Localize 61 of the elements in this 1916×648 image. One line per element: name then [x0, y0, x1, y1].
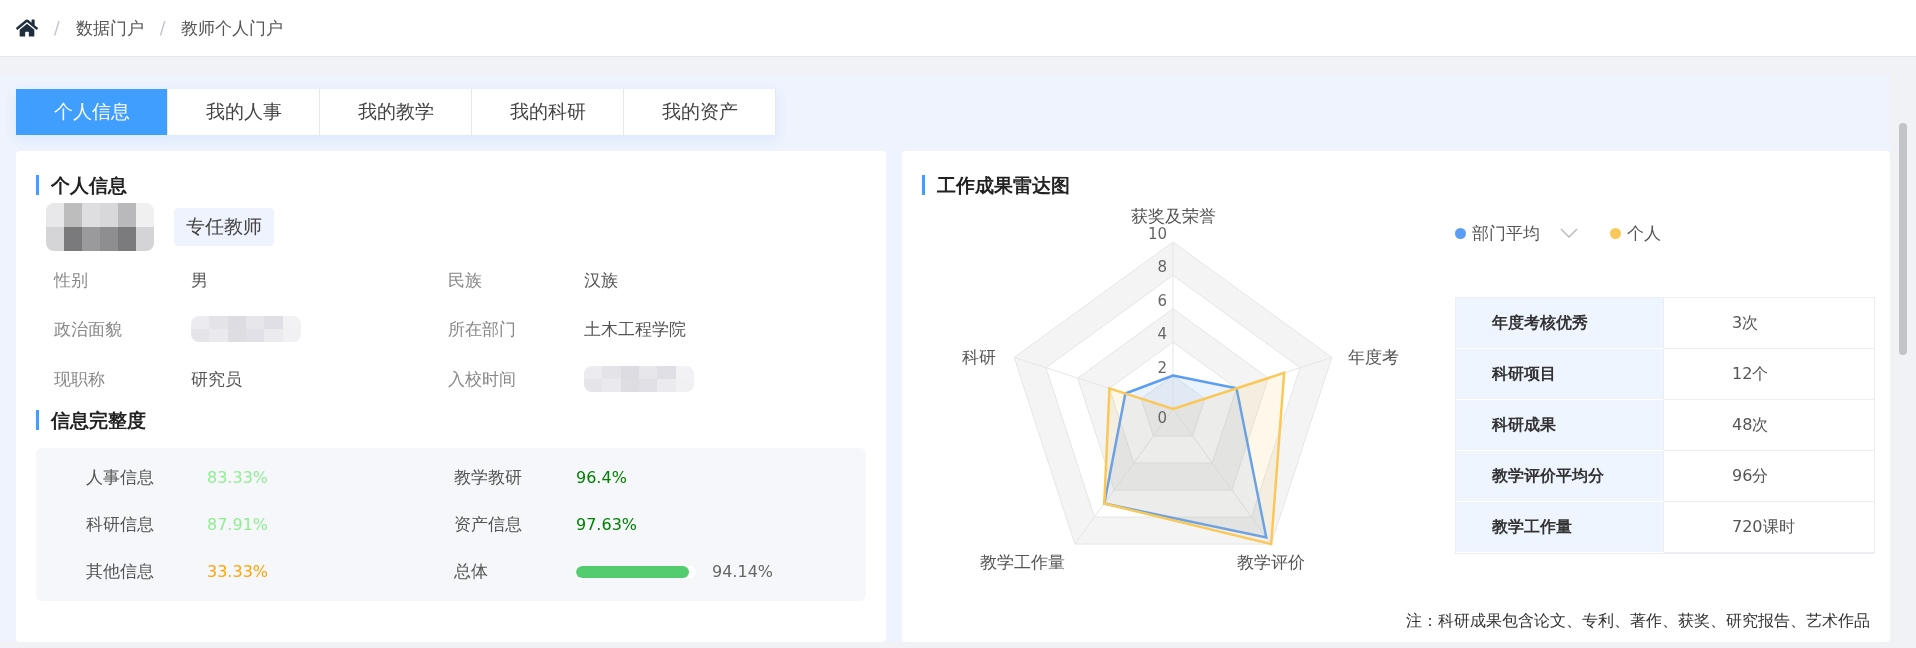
legend-label[interactable]: 个人: [1627, 221, 1661, 245]
table-cell: 3次: [1664, 298, 1874, 349]
tab[interactable]: 我的科研: [472, 89, 624, 135]
breadcrumb-separator: /: [54, 18, 60, 38]
tab[interactable]: 我的教学: [320, 89, 472, 135]
axis-label: 教学评价: [1237, 552, 1306, 573]
field-value: 汉族: [584, 269, 619, 292]
table-cell: 48次: [1664, 400, 1874, 451]
chevron-down-icon[interactable]: [1560, 228, 1578, 238]
axis-label: 教学工作量: [979, 552, 1065, 573]
metric-label: 教学教研: [454, 466, 523, 489]
axis-tick: 4: [1157, 325, 1167, 344]
table-cell: 教学工作量: [1456, 502, 1664, 553]
metric-value: 96.4%: [576, 468, 628, 487]
field-value: 土木工程学院: [584, 317, 687, 341]
metric-label: 人事信息: [86, 466, 155, 489]
role-tag: 专任教师: [174, 208, 274, 246]
axis-tick: 6: [1157, 291, 1167, 310]
metric-label: 其他信息: [86, 560, 155, 583]
field-value: 研究员: [191, 367, 243, 391]
metric-label: 科研信息: [86, 513, 155, 536]
field-label: 现职称: [54, 367, 106, 391]
metric-value: 33.33%: [207, 562, 269, 581]
table-cell: 12个: [1664, 349, 1874, 400]
tab[interactable]: 我的资产: [624, 89, 776, 135]
field-label: 所在部门: [448, 317, 517, 341]
field-label: 入校时间: [448, 367, 517, 391]
field-value: 男: [191, 269, 209, 292]
home-icon[interactable]: [16, 17, 38, 39]
metric-value: 87.91%: [207, 515, 269, 534]
table-cell: 教学评价平均分: [1456, 451, 1664, 502]
field-label: 民族: [448, 269, 483, 292]
field-label: 政治面貌: [54, 317, 123, 341]
metric-value: 97.63%: [576, 515, 638, 534]
section-title: 个人信息: [36, 175, 866, 195]
axis-tick: 0: [1157, 409, 1167, 427]
metric-label: 资产信息: [454, 513, 523, 536]
metric-value: 83.33%: [207, 468, 269, 487]
footnote: 注：科研成果包含论文、专利、著作、获奖、研究报告、艺术作品: [1405, 611, 1870, 632]
axis-label: 科研: [962, 347, 997, 368]
section-title: 信息完整度: [36, 410, 866, 430]
breadcrumb-link[interactable]: 数据门户: [75, 16, 144, 40]
field-label: 性别: [54, 269, 89, 292]
section-title: 工作成果雷达图: [922, 175, 1870, 195]
metric-label: 总体: [454, 560, 489, 583]
tab[interactable]: 我的人事: [168, 89, 320, 135]
axis-label: 年度考: [1347, 347, 1399, 368]
legend-label[interactable]: 部门平均: [1472, 221, 1540, 245]
breadcrumb-link[interactable]: 教师个人门户: [181, 16, 284, 40]
table-cell: 96分: [1664, 451, 1874, 502]
axis-tick: 10: [1147, 225, 1167, 243]
axis-label: 获奖及荣誉: [1130, 206, 1216, 226]
progress-reading: 94.14%: [712, 562, 773, 581]
table-cell: 720课时: [1664, 502, 1874, 553]
breadcrumb-separator: /: [159, 18, 166, 38]
table-cell: 科研成果: [1456, 400, 1664, 451]
table-cell: 年度考核优秀: [1456, 298, 1664, 349]
axis-tick: 8: [1157, 258, 1167, 277]
scrollbar-thumb[interactable]: [1899, 123, 1907, 355]
axis-tick: 2: [1157, 358, 1167, 377]
table-cell: 科研项目: [1456, 349, 1664, 400]
